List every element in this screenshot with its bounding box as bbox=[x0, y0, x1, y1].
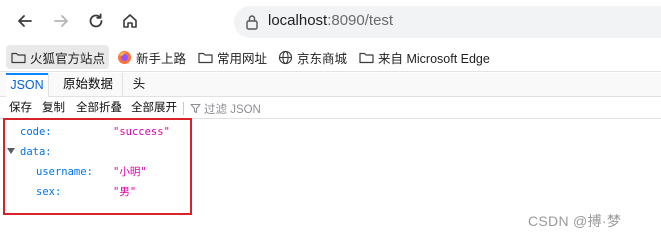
highlight-box bbox=[3, 118, 192, 215]
folder-icon bbox=[358, 49, 374, 65]
expand-all-button[interactable]: 全部展开 bbox=[131, 100, 177, 117]
folder-icon bbox=[10, 49, 26, 65]
bookmark-firefox-official[interactable]: 火狐官方站点 bbox=[6, 45, 110, 69]
home-icon bbox=[123, 14, 137, 28]
bookmark-label: 京东商城 bbox=[297, 51, 348, 66]
bookmark-label: 常用网址 bbox=[217, 51, 268, 66]
url-text[interactable]: localhost:8090/test bbox=[268, 12, 393, 29]
bookmark-label: 火狐官方站点 bbox=[30, 51, 106, 66]
bookmark-getting-started[interactable]: 新手上路 bbox=[112, 45, 190, 69]
bookmark-label: 新手上路 bbox=[136, 51, 187, 66]
globe-icon bbox=[277, 49, 293, 65]
filter-json-input[interactable]: 过滤 JSON bbox=[190, 100, 261, 117]
filter-icon bbox=[190, 104, 201, 113]
home-button[interactable] bbox=[117, 8, 143, 34]
json-viewer-tabs: JSON 原始数据 头 bbox=[0, 73, 661, 97]
bookmark-jd-mall[interactable]: 京东商城 bbox=[273, 45, 351, 69]
arrow-left-icon bbox=[18, 15, 32, 27]
copy-button[interactable]: 复制 bbox=[42, 100, 65, 117]
info-icon[interactable] bbox=[244, 13, 260, 35]
tab-divider bbox=[122, 73, 123, 97]
bookmark-common-sites[interactable]: 常用网址 bbox=[193, 45, 271, 69]
forward-button[interactable] bbox=[48, 8, 74, 34]
bookmark-from-edge[interactable]: 来自 Microsoft Edge bbox=[354, 45, 494, 69]
toolbar-divider bbox=[183, 102, 184, 115]
watermark: CSDN @搏·梦 bbox=[528, 213, 622, 229]
tab-headers[interactable]: 头 bbox=[126, 73, 152, 97]
bookmark-label: 来自 Microsoft Edge bbox=[378, 51, 490, 66]
save-button[interactable]: 保存 bbox=[9, 100, 32, 117]
back-button[interactable] bbox=[12, 8, 38, 34]
reload-button[interactable] bbox=[83, 8, 109, 34]
reload-icon bbox=[89, 13, 103, 28]
arrow-right-icon bbox=[54, 15, 68, 27]
collapse-all-button[interactable]: 全部折叠 bbox=[76, 100, 122, 117]
tab-raw-data[interactable]: 原始数据 bbox=[56, 73, 120, 97]
json-toolbar: 保存 复制 全部折叠 全部展开 过滤 JSON bbox=[0, 98, 661, 119]
bookmarks-bar: 火狐官方站点 新手上路 常用网址 京东商城 来自 Microsoft Edge bbox=[0, 42, 661, 72]
folder-icon bbox=[197, 49, 213, 65]
tab-json[interactable]: JSON bbox=[6, 73, 48, 97]
url-host: localhost bbox=[268, 12, 328, 29]
tab-divider bbox=[48, 73, 49, 97]
browser-toolbar: localhost:8090/test bbox=[0, 0, 661, 42]
firefox-icon bbox=[116, 49, 132, 65]
address-bar[interactable]: localhost:8090/test bbox=[234, 6, 661, 38]
url-path: :8090/test bbox=[327, 12, 394, 29]
filter-placeholder: 过滤 JSON bbox=[204, 103, 261, 116]
